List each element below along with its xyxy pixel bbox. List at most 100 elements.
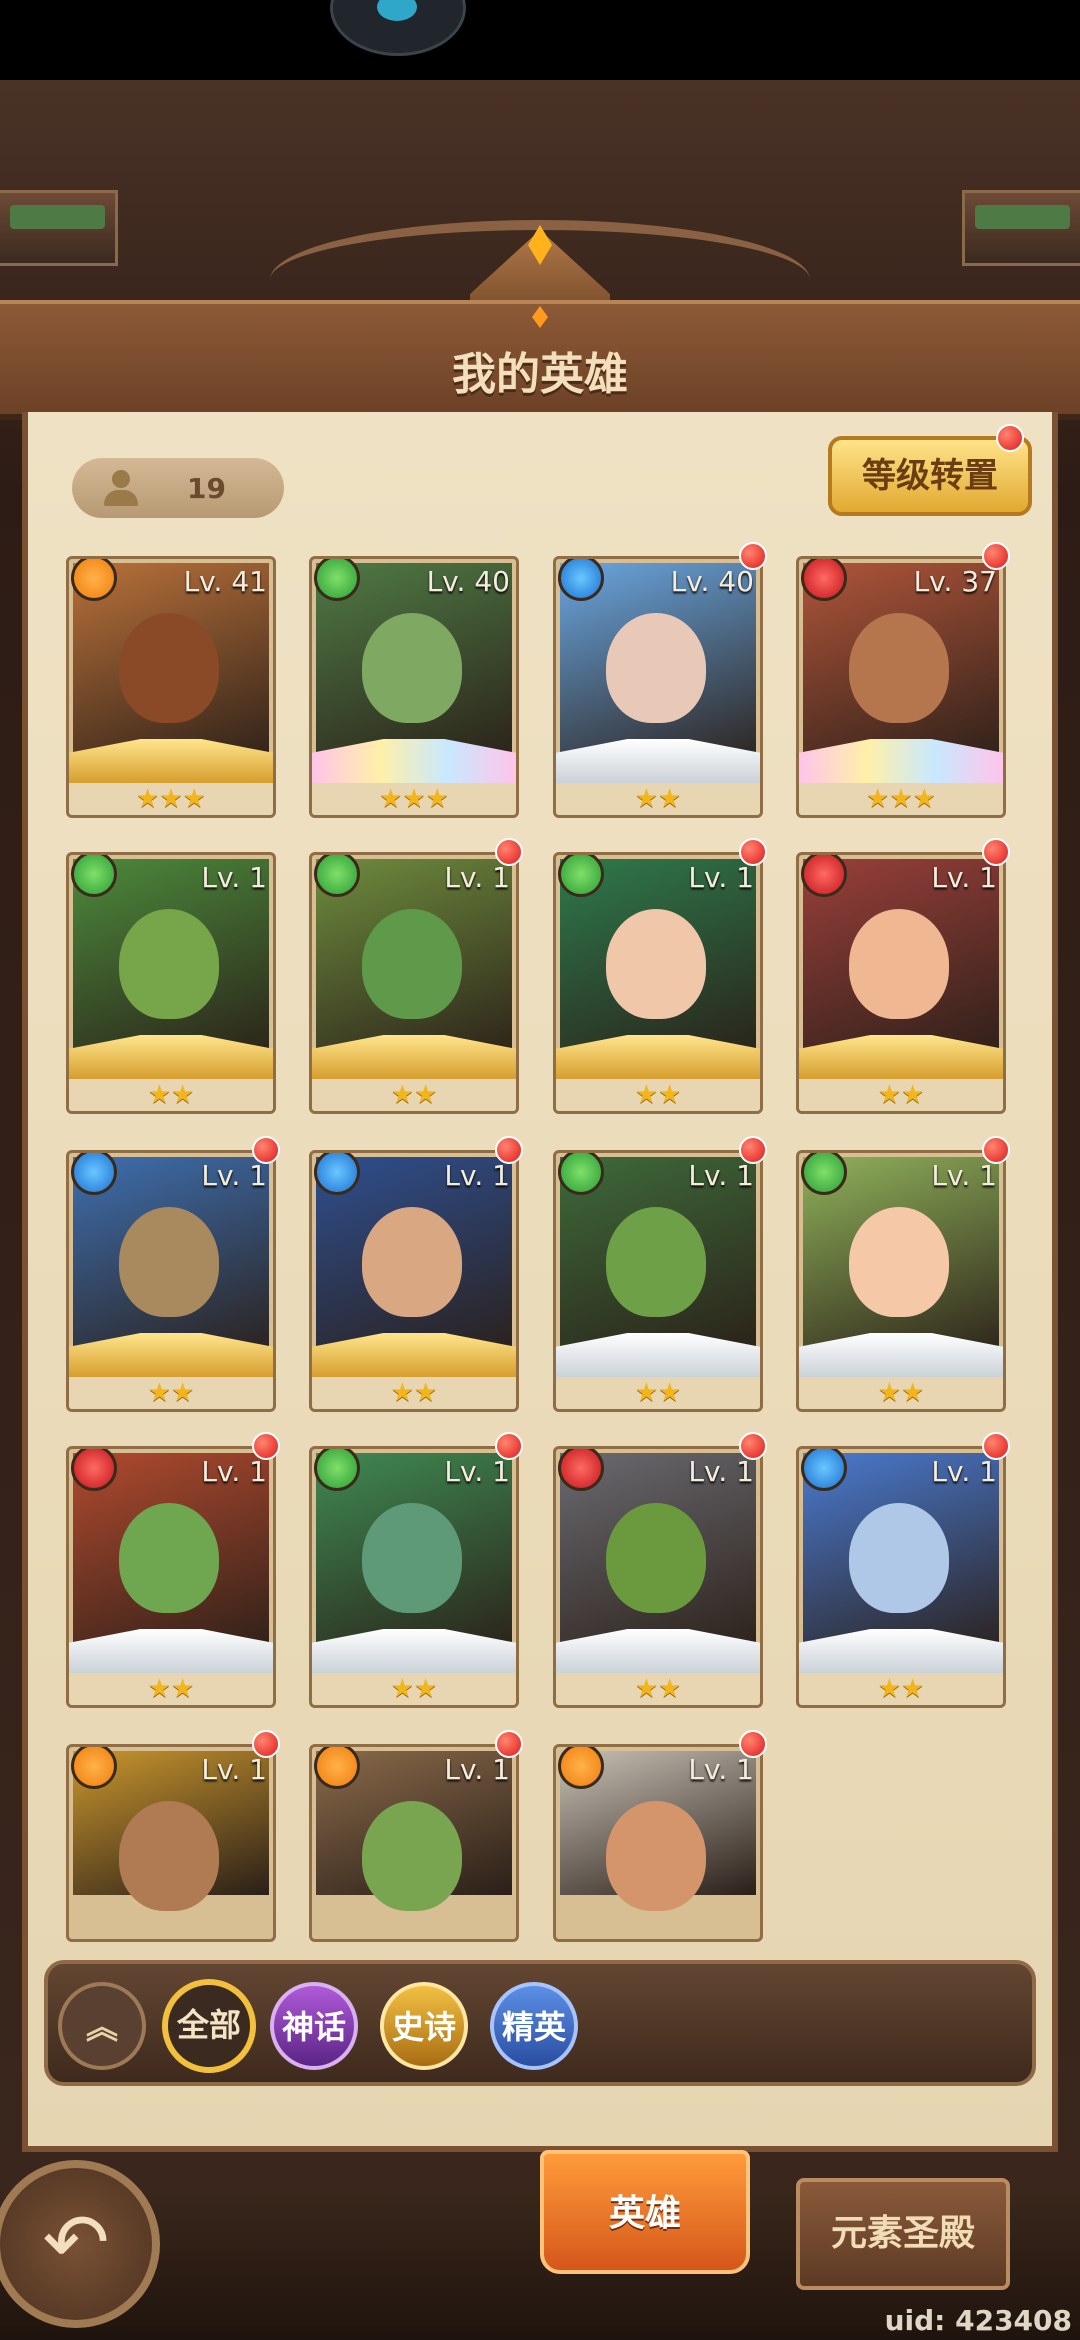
notification-dot-icon	[495, 838, 523, 866]
double-chevron-up-icon[interactable]: ︽	[58, 1982, 146, 2070]
hero-face	[362, 1801, 462, 1911]
hero-card[interactable]: ★★ Lv. 1	[553, 852, 763, 1114]
hero-level: Lv. 37	[913, 565, 997, 598]
filter-all-button[interactable]: 全部	[162, 1979, 256, 2073]
tab-element-temple[interactable]: 元素圣殿	[796, 2178, 1010, 2290]
hero-face	[119, 1503, 219, 1613]
nature-element-icon	[314, 855, 360, 897]
status-bar	[0, 0, 1080, 80]
nature-element-icon	[558, 1153, 604, 1195]
hero-face	[119, 613, 219, 723]
star-rating: ★★	[312, 1377, 516, 1409]
hero-face	[606, 1207, 706, 1317]
star-rating: ★★★	[312, 783, 516, 815]
hero-level: Lv. 41	[183, 565, 267, 598]
hero-face	[606, 1801, 706, 1911]
filter-elite-button[interactable]: 精英	[490, 1982, 578, 2070]
nature-element-icon	[314, 559, 360, 601]
hero-face	[606, 909, 706, 1019]
water-element-icon	[801, 1449, 847, 1491]
hero-card[interactable]: ★★ Lv. 1	[309, 852, 519, 1114]
blood-element-icon	[801, 855, 847, 897]
hero-card[interactable]: ★★ Lv. 1	[796, 852, 1006, 1114]
hero-card[interactable]: ★★ Lv. 1	[796, 1150, 1006, 1412]
left-pillar-decoration	[0, 190, 118, 266]
hero-level: Lv. 1	[444, 1159, 510, 1192]
hero-card[interactable]: ★★ Lv. 1	[553, 1150, 763, 1412]
hero-count-badge: 19	[72, 458, 284, 518]
hero-card[interactable]: ★★★ Lv. 41	[66, 556, 276, 818]
hero-face	[119, 1207, 219, 1317]
water-element-icon	[558, 559, 604, 601]
hero-level: Lv. 1	[444, 861, 510, 894]
notification-dot-icon	[739, 1136, 767, 1164]
hero-face	[119, 909, 219, 1019]
hero-face	[849, 613, 949, 723]
hero-card[interactable]: ★★ Lv. 1	[309, 1446, 519, 1708]
hero-level: Lv. 1	[688, 1753, 754, 1786]
hero-level: Lv. 1	[444, 1753, 510, 1786]
notification-dot-icon	[982, 542, 1010, 570]
pet-avatar-icon	[330, 0, 466, 56]
hero-level: Lv. 1	[688, 1159, 754, 1192]
star-rating: ★★	[69, 1377, 273, 1409]
page-title: 我的英雄	[452, 349, 628, 400]
star-rating: ★★★	[799, 783, 1003, 815]
hero-face	[362, 1207, 462, 1317]
hero-card[interactable]: ★★★ Lv. 40	[309, 556, 519, 818]
uid-label: uid: 423408	[884, 2304, 1072, 2337]
hero-face	[606, 613, 706, 723]
hero-face	[362, 1503, 462, 1613]
hero-card[interactable]: Lv. 1	[309, 1744, 519, 1942]
hero-level: Lv. 1	[931, 1159, 997, 1192]
notification-dot-icon	[982, 1432, 1010, 1460]
hero-face	[606, 1503, 706, 1613]
tab-heroes[interactable]: 英雄	[540, 2150, 750, 2274]
notification-dot-icon	[495, 1432, 523, 1460]
star-rating: ★★	[556, 1079, 760, 1111]
hero-card[interactable]: ★★ Lv. 1	[553, 1446, 763, 1708]
hero-count-value: 19	[187, 472, 226, 505]
star-rating: ★★★	[69, 783, 273, 815]
star-rating: ★★	[556, 1377, 760, 1409]
notification-dot-icon	[739, 1432, 767, 1460]
right-pillar-decoration	[962, 190, 1080, 266]
hero-card[interactable]: ★★ Lv. 1	[796, 1446, 1006, 1708]
notification-dot-icon	[495, 1136, 523, 1164]
fire-element-icon	[314, 1747, 360, 1789]
hero-level: Lv. 1	[201, 1753, 267, 1786]
hero-card[interactable]: Lv. 1	[66, 1744, 276, 1942]
notification-dot-icon	[495, 1730, 523, 1758]
notification-dot-icon	[252, 1136, 280, 1164]
star-rating: ★★	[312, 1079, 516, 1111]
hero-face	[849, 1207, 949, 1317]
hero-card[interactable]: ★★ Lv. 40	[553, 556, 763, 818]
hero-card[interactable]: ★★ Lv. 1	[66, 1150, 276, 1412]
hero-face	[362, 909, 462, 1019]
blood-element-icon	[801, 559, 847, 601]
star-rating: ★★	[556, 1673, 760, 1705]
star-rating: ★★	[556, 783, 760, 815]
hero-card[interactable]: ★★★ Lv. 37	[796, 556, 1006, 818]
hero-level: Lv. 1	[931, 861, 997, 894]
fire-element-icon	[71, 1747, 117, 1789]
notification-dot-icon	[739, 838, 767, 866]
notification-dot-icon	[252, 1730, 280, 1758]
hero-card[interactable]: ★★ Lv. 1	[309, 1150, 519, 1412]
hero-level: Lv. 1	[201, 861, 267, 894]
filter-epic-button[interactable]: 史诗	[380, 1982, 468, 2070]
hero-card[interactable]: ★★ Lv. 1	[66, 1446, 276, 1708]
hero-card[interactable]: ★★ Lv. 1	[66, 852, 276, 1114]
notification-dot-icon	[739, 542, 767, 570]
hero-card[interactable]: Lv. 1	[553, 1744, 763, 1942]
star-rating: ★★	[69, 1079, 273, 1111]
nature-element-icon	[71, 855, 117, 897]
hero-level: Lv. 1	[444, 1455, 510, 1488]
hero-face	[119, 1801, 219, 1911]
nature-element-icon	[314, 1449, 360, 1491]
hero-level: Lv. 40	[426, 565, 510, 598]
hero-level: Lv. 1	[688, 861, 754, 894]
person-icon	[104, 470, 138, 506]
hero-face	[849, 909, 949, 1019]
filter-mythic-button[interactable]: 神话	[270, 1982, 358, 2070]
